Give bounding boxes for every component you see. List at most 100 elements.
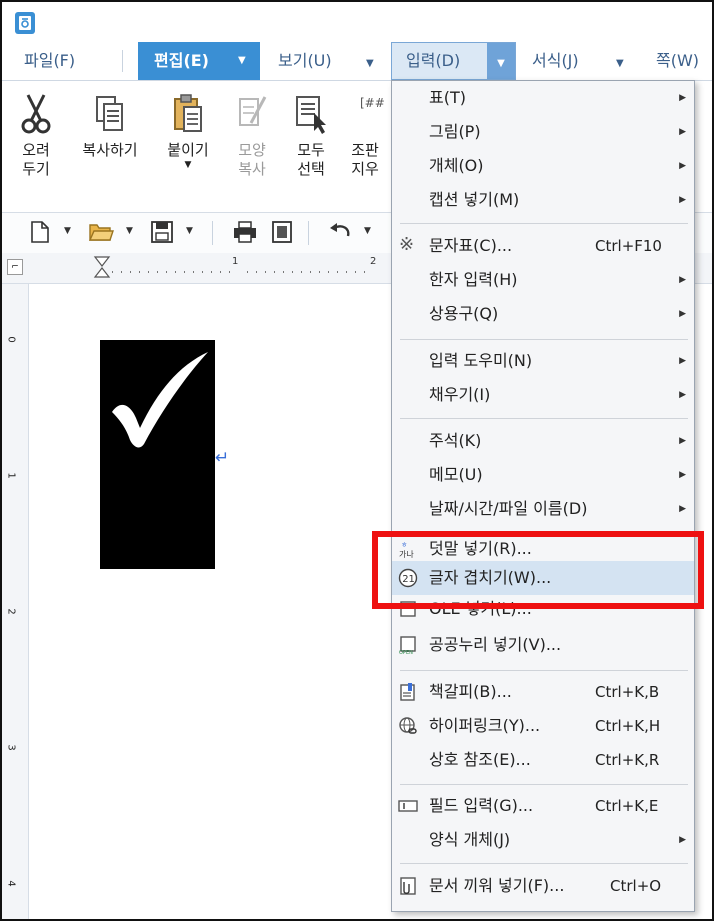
chevron-down-icon[interactable]: ▼ [238,42,246,80]
chevron-down-icon[interactable]: ▼ [364,226,371,236]
tab-type-button[interactable]: ⌐ [7,259,23,275]
menu-item-caption[interactable]: 캡션 넣기(M) ▶ [392,183,694,217]
vruler-mark: 0 [5,336,17,343]
cut-label: 오려 두기 [22,141,50,178]
select-all-label: 모두 선택 [297,141,325,178]
indent-marker-icon[interactable] [92,255,112,281]
menu-item-label: 하이퍼링크(Y)... [429,716,541,735]
select-all-icon [296,96,326,134]
menu-input-label: 입력(D) [406,51,461,70]
undo-icon[interactable] [328,220,352,244]
menu-item-label: 상호 참조(E)... [429,750,531,769]
paste-button[interactable]: 붙이기 ▼ [158,93,218,170]
layout-clear-icon: [## [360,96,385,110]
submenu-arrow-icon: ▶ [679,195,686,205]
chevron-down-icon[interactable]: ▼ [158,160,218,170]
menu-item-shortcut: Ctrl+K,E [595,797,659,815]
field-icon [398,800,418,812]
menu-item-shortcut: Ctrl+F10 [595,237,662,255]
menu-item-hanja[interactable]: 한자 입력(H) ▶ [392,263,694,297]
menu-item-object[interactable]: 개체(O) ▶ [392,149,694,183]
vertical-ruler: 0 1 2 3 4 [2,284,29,919]
save-icon[interactable] [150,220,174,244]
menu-item-label: 책갈피(B)... [429,682,512,701]
menu-separator [122,50,123,72]
submenu-arrow-icon: ▶ [679,504,686,514]
copy-icon [96,96,123,131]
chevron-down-icon: ▼ [366,58,374,69]
menu-item-label: 양식 개체(J) [429,830,511,849]
menu-item-bookmark[interactable]: 책갈피(B)... Ctrl+K,B [392,675,694,709]
menu-input-dropdown[interactable]: ▼ [487,43,515,79]
cut-button[interactable]: 오려 두기 [10,93,62,179]
menu-item-picture[interactable]: 그림(P) ▶ [392,115,694,149]
submenu-arrow-icon: ▶ [679,390,686,400]
paragraph-mark-icon: ↵ [215,448,230,468]
menu-item-label: 표(T) [429,88,466,107]
copy-button[interactable]: 복사하기 [68,93,152,160]
menu-item-label: 날짜/시간/파일 이름(D) [429,499,588,518]
menu-item-table[interactable]: 표(T) ▶ [392,81,694,115]
menu-item-label: 필드 입력(G)... [429,796,534,815]
bookmark-icon [400,683,415,701]
copy-label: 복사하기 [82,141,138,159]
menu-item-cross-reference[interactable]: 상호 참조(E)... Ctrl+K,R [392,743,694,777]
format-painter-icon [239,96,267,126]
chevron-down-icon[interactable]: ▼ [64,226,71,236]
submenu-arrow-icon: ▶ [679,275,686,285]
menu-item-shortcut: Ctrl+K,R [595,751,660,769]
svg-text:OPEN: OPEN [399,650,413,655]
menu-item-label: 메모(U) [429,465,483,484]
menu-item-fill[interactable]: 채우기(I) ▶ [392,378,694,412]
menu-item-label: 입력 도우미(N) [429,351,533,370]
format-copy-button[interactable]: 모양 복사 [224,93,280,179]
menu-item-form-object[interactable]: 양식 개체(J) ▶ [392,823,694,857]
new-document-icon[interactable] [30,220,50,244]
menu-view-dropdown[interactable]: ▼ [366,42,374,80]
checkmark-image[interactable] [100,340,215,569]
select-all-button[interactable]: 모두 선택 [286,93,336,179]
menu-item-label: 문서 끼워 넣기(F)... [429,876,565,895]
menu-item-label: 개체(O) [429,156,484,175]
title-bar [2,2,712,42]
menu-separator [400,863,688,864]
input-menu-dropdown: 표(T) ▶ 그림(P) ▶ 개체(O) ▶ 캡션 넣기(M) ▶ ※ 문자표(C)..… [391,80,695,912]
hangul-app-icon [15,12,35,34]
menu-edit[interactable]: 편집(E) ▼ [138,42,260,80]
menu-item-datetime[interactable]: 날짜/시간/파일 이름(D) ▶ [392,492,694,526]
chevron-down-icon[interactable]: ▼ [186,226,193,236]
menu-page-label: 쪽(W) [656,51,700,70]
menu-item-label: 한자 입력(H) [429,270,518,289]
menu-item-open-license[interactable]: OPEN 공공누리 넣기(V)... [392,628,694,662]
print-preview-icon[interactable] [270,220,294,244]
menu-item-autotext[interactable]: 상용구(Q) ▶ [392,297,694,331]
menu-item-label: 주석(K) [429,431,482,450]
menu-page[interactable]: 쪽(W) [656,42,699,80]
layout-clear-button[interactable]: [## 조판 지우 [340,93,390,179]
menu-file-label: 파일(F) [24,51,76,70]
menu-format-dropdown[interactable]: ▼ [616,42,624,80]
menu-item-insert-document[interactable]: 문서 끼워 넣기(F)... Ctrl+O [392,869,694,903]
menu-item-input-helper[interactable]: 입력 도우미(N) ▶ [392,344,694,378]
menu-item-memo[interactable]: 메모(U) ▶ [392,458,694,492]
menu-format[interactable]: 서식(J) [532,42,579,80]
hyperlink-icon [399,717,417,734]
menu-separator [400,223,688,224]
paste-label: 붙이기 [167,141,209,159]
print-icon[interactable] [232,220,258,244]
menu-item-label: 그림(P) [429,122,481,141]
menu-file[interactable]: 파일(F) [24,42,75,80]
menu-item-hyperlink[interactable]: 하이퍼링크(Y)... Ctrl+K,H [392,709,694,743]
menu-input[interactable]: 입력(D) ▼ [391,42,516,80]
open-folder-icon[interactable] [88,220,114,244]
menu-item-label: 공공누리 넣기(V)... [429,635,562,654]
vruler-mark: 3 [5,744,17,751]
menu-item-label: 채우기(I) [429,385,491,404]
menu-item-field[interactable]: 필드 입력(G)... Ctrl+K,E [392,789,694,823]
menu-item-symbols[interactable]: ※ 문자표(C)... Ctrl+F10 [392,229,694,263]
menu-view[interactable]: 보기(U) [278,42,332,80]
menu-item-annotation[interactable]: 주석(K) ▶ [392,424,694,458]
chevron-down-icon[interactable]: ▼ [126,226,133,236]
checkmark-icon [112,352,208,448]
vruler-mark: 4 [5,880,17,887]
